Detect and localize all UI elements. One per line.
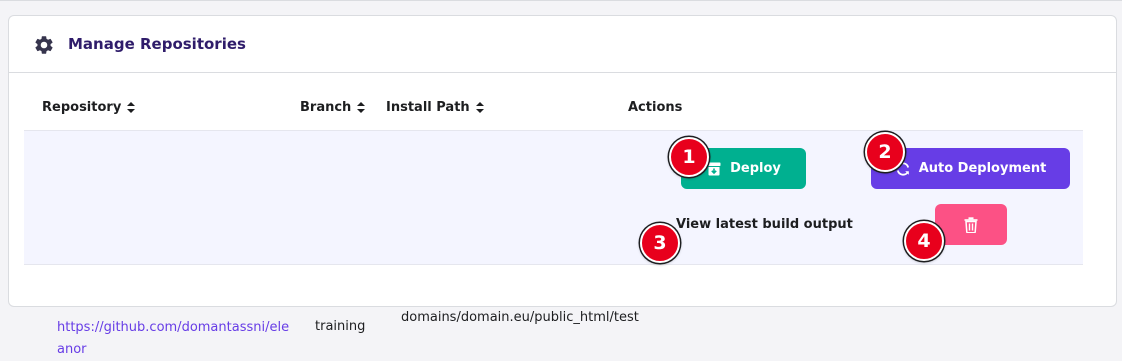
annotation-marker-1: 1 (669, 137, 709, 177)
sort-icon (475, 102, 484, 113)
delete-button[interactable] (935, 204, 1007, 245)
annotation-marker-3: 3 (640, 223, 680, 263)
view-build-output-link[interactable]: View latest build output (676, 217, 853, 232)
column-header-label: Repository (42, 100, 122, 115)
column-header-repository[interactable]: Repository (42, 100, 136, 115)
annotation-marker-4: 4 (904, 221, 944, 261)
branch-cell: training (315, 319, 366, 334)
repository-link[interactable]: https://github.com/domantassni/eleanor (57, 317, 297, 361)
card-header: Manage Repositories (9, 16, 1116, 73)
column-header-label: Install Path (386, 100, 470, 115)
column-header-actions: Actions (628, 100, 682, 115)
install-path-cell: domains/domain.eu/public_html/test (401, 310, 639, 325)
auto-deployment-button-label: Auto Deployment (918, 161, 1047, 176)
sort-icon (357, 102, 366, 113)
column-header-install-path[interactable]: Install Path (386, 100, 484, 115)
annotation-marker-2: 2 (865, 132, 905, 172)
card-title: Manage Repositories (68, 35, 246, 53)
column-header-label: Branch (300, 100, 352, 115)
archive-icon (707, 162, 721, 175)
column-header-label: Actions (628, 100, 683, 115)
trash-icon (964, 216, 978, 233)
deploy-button-label: Deploy (730, 161, 781, 176)
top-border (0, 0, 1122, 1)
column-header-branch[interactable]: Branch (300, 100, 366, 115)
gear-icon (35, 36, 53, 54)
sort-icon (127, 102, 136, 113)
